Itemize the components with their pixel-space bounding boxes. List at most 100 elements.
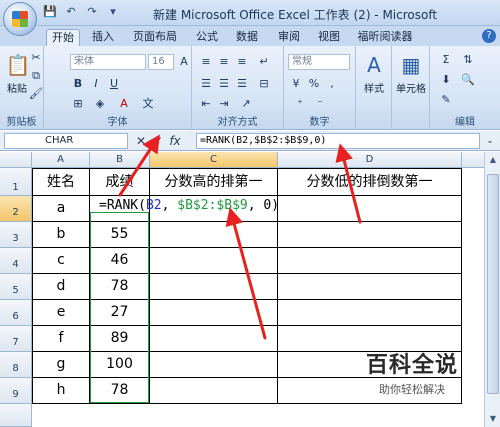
align-right-icon[interactable]: ☰ <box>234 76 250 92</box>
cell-d2[interactable] <box>278 196 462 222</box>
row-header-4[interactable]: 4 <box>0 248 32 274</box>
number-format-select[interactable]: 常规 <box>288 54 350 70</box>
column-header-b[interactable]: B <box>90 152 150 168</box>
tab-home[interactable]: 开始 <box>46 29 80 46</box>
cell-a2[interactable]: a <box>32 196 90 222</box>
cell-a6[interactable]: e <box>32 300 90 326</box>
qat-dropdown-icon[interactable]: ▾ <box>105 4 121 20</box>
expand-formula-bar-icon[interactable]: ⌄ <box>484 134 496 148</box>
font-grow-icon[interactable]: A <box>176 54 192 70</box>
font-color-icon[interactable]: A <box>116 96 132 112</box>
column-header-e[interactable] <box>462 152 484 168</box>
cell-c9[interactable] <box>150 378 278 404</box>
row-header-9[interactable]: 9 <box>0 378 32 404</box>
phonetic-icon[interactable]: 文 <box>140 96 156 112</box>
cell-a4[interactable]: c <box>32 248 90 274</box>
cell-a9[interactable]: h <box>32 378 90 404</box>
align-middle-icon[interactable]: ≡ <box>216 54 232 70</box>
fill-color-icon[interactable]: ◈ <box>92 96 108 112</box>
formula-input[interactable]: =RANK(B2,$B$2:$B$9,0) <box>196 133 480 149</box>
tab-page-layout[interactable]: 页面布局 <box>130 29 180 46</box>
tab-insert[interactable]: 插入 <box>88 29 118 46</box>
border-icon[interactable]: ⊞ <box>70 96 86 112</box>
currency-icon[interactable]: ¥ <box>288 76 304 92</box>
scrollbar-thumb[interactable] <box>487 174 499 394</box>
cut-icon[interactable]: ✂ <box>28 50 44 66</box>
scroll-down-icon[interactable]: ▼ <box>485 411 500 427</box>
cell-c1[interactable]: 分数高的排第一 <box>150 168 278 196</box>
percent-icon[interactable]: % <box>306 76 322 92</box>
column-header-a[interactable]: A <box>32 152 90 168</box>
underline-icon[interactable]: U <box>106 76 122 92</box>
italic-icon[interactable]: I <box>88 76 104 92</box>
help-icon[interactable]: ? <box>482 29 496 43</box>
cell-c8[interactable] <box>150 352 278 378</box>
row-header-5[interactable]: 5 <box>0 274 32 300</box>
font-name-select[interactable]: 宋体 <box>70 54 146 70</box>
row-header-8[interactable]: 8 <box>0 352 32 378</box>
tab-review[interactable]: 审阅 <box>274 29 304 46</box>
undo-icon[interactable]: ↶ <box>63 4 79 20</box>
clear-icon[interactable]: ✎ <box>438 92 454 108</box>
styles-button[interactable]: A 样式 <box>359 52 389 95</box>
row-header-6[interactable]: 6 <box>0 300 32 326</box>
cell-a8[interactable]: g <box>32 352 90 378</box>
sort-filter-icon[interactable]: ⇅ <box>460 52 476 68</box>
cell-d3[interactable] <box>278 222 462 248</box>
cell-a3[interactable]: b <box>32 222 90 248</box>
row-header-1[interactable]: 1 <box>0 168 32 196</box>
cell-d1[interactable]: 分数低的排倒数第一 <box>278 168 462 196</box>
cell-c4[interactable] <box>150 248 278 274</box>
column-header-d[interactable]: D <box>278 152 462 168</box>
format-painter-icon[interactable]: 🖌 <box>28 86 44 102</box>
cell-a7[interactable]: f <box>32 326 90 352</box>
vertical-scrollbar[interactable]: ▲ ▼ <box>484 152 500 427</box>
font-size-select[interactable]: 16 <box>148 54 174 70</box>
insert-function-icon[interactable]: fx <box>168 134 182 148</box>
merge-center-icon[interactable]: ⊟ <box>256 76 272 92</box>
copy-icon[interactable]: ⧉ <box>28 68 44 84</box>
cancel-icon[interactable]: ✕ <box>134 134 148 148</box>
cell-d5[interactable] <box>278 274 462 300</box>
align-left-icon[interactable]: ☰ <box>198 76 214 92</box>
decrease-decimal-icon[interactable]: ⁻ <box>312 96 328 112</box>
paste-button[interactable]: 📋 粘贴 <box>4 52 31 95</box>
redo-icon[interactable]: ↷ <box>84 4 100 20</box>
cell-a1[interactable]: 姓名 <box>32 168 90 196</box>
increase-decimal-icon[interactable]: ⁺ <box>292 96 308 112</box>
cell-c7[interactable] <box>150 326 278 352</box>
column-header-c[interactable]: C <box>150 152 278 168</box>
row-header-3[interactable]: 3 <box>0 222 32 248</box>
wrap-text-icon[interactable]: ↵ <box>256 54 272 70</box>
tab-data[interactable]: 数据 <box>232 29 262 46</box>
autosum-icon[interactable]: Σ <box>438 52 454 68</box>
cell-c6[interactable] <box>150 300 278 326</box>
align-bottom-icon[interactable]: ≡ <box>234 54 250 70</box>
row-header-7[interactable]: 7 <box>0 326 32 352</box>
cell-a5[interactable]: d <box>32 274 90 300</box>
fill-icon[interactable]: ⬇ <box>438 72 454 88</box>
tab-formulas[interactable]: 公式 <box>192 29 222 46</box>
comma-icon[interactable]: , <box>324 76 340 92</box>
scroll-up-icon[interactable]: ▲ <box>485 152 500 168</box>
cell-c3[interactable] <box>150 222 278 248</box>
orientation-icon[interactable]: ↗ <box>238 96 254 112</box>
cell-c5[interactable] <box>150 274 278 300</box>
align-top-icon[interactable]: ≡ <box>198 54 214 70</box>
enter-icon[interactable]: ✓ <box>151 134 165 148</box>
row-header-10[interactable] <box>0 404 32 427</box>
decrease-indent-icon[interactable]: ⇤ <box>198 96 214 112</box>
office-button[interactable] <box>3 2 37 36</box>
increase-indent-icon[interactable]: ⇥ <box>216 96 232 112</box>
tab-view[interactable]: 视图 <box>314 29 344 46</box>
save-icon[interactable]: 💾 <box>42 4 58 20</box>
cell-d4[interactable] <box>278 248 462 274</box>
align-center-icon[interactable]: ☰ <box>216 76 232 92</box>
select-all-corner[interactable] <box>0 152 32 168</box>
cells-button[interactable]: ▦ 单元格 <box>393 52 429 95</box>
cell-d6[interactable] <box>278 300 462 326</box>
row-header-2[interactable]: 2 <box>0 196 32 222</box>
cell-b1[interactable]: 成绩 <box>90 168 150 196</box>
tab-foxit-reader[interactable]: 福昕阅读器 <box>354 29 416 46</box>
find-select-icon[interactable]: 🔍 <box>460 72 476 88</box>
